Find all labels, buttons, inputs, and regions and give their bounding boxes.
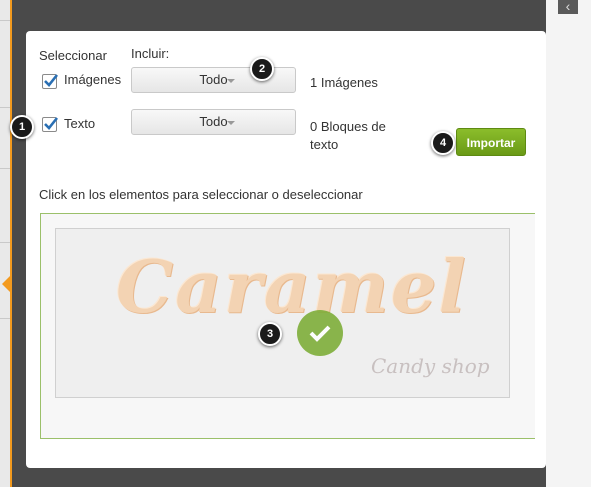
- sidebar-pointer-icon: [2, 276, 10, 292]
- preview-area: Caramel Candy shop: [40, 213, 535, 439]
- divider: [0, 242, 10, 243]
- text-include-value: Todo: [199, 114, 228, 129]
- selected-indicator[interactable]: [297, 310, 343, 356]
- instruction-text: Click en los elementos para seleccionar …: [39, 187, 363, 202]
- checkmark-icon: [44, 117, 59, 130]
- images-include-value: Todo: [199, 72, 228, 87]
- images-label: Imágenes: [64, 72, 122, 87]
- text-count-line1: 0 Bloques de: [310, 119, 386, 134]
- images-count: 1 Imágenes: [310, 75, 378, 90]
- logo-tagline: Candy shop: [371, 354, 490, 378]
- sidebar-panel: [0, 0, 10, 487]
- chevron-left-icon[interactable]: ‹: [558, 0, 578, 14]
- accent-rule: [10, 0, 12, 487]
- top-bar: [12, 0, 546, 30]
- divider: [0, 318, 10, 319]
- images-checkbox[interactable]: [42, 74, 59, 89]
- caret-down-icon: [227, 121, 235, 125]
- callout-badge: 1: [10, 115, 34, 139]
- select-header: Seleccionar: [39, 48, 107, 63]
- text-checkbox[interactable]: [42, 117, 59, 132]
- text-include-select[interactable]: Todo: [131, 109, 296, 135]
- checkmark-icon: [44, 74, 59, 87]
- divider: [0, 20, 10, 21]
- left-sidebar-strip: [0, 0, 12, 487]
- logo-text: Caramel: [116, 244, 468, 329]
- callout-badge: 2: [250, 57, 274, 81]
- divider: [0, 168, 10, 169]
- divider: [0, 107, 10, 108]
- text-count-line2: texto: [310, 137, 339, 152]
- checkmark-icon: [309, 325, 331, 342]
- import-button[interactable]: Importar: [456, 128, 526, 156]
- right-background: [546, 0, 591, 487]
- callout-badge: 3: [258, 322, 282, 346]
- include-header: Incluir:: [131, 46, 170, 61]
- text-label: Texto: [64, 116, 96, 131]
- selectable-image[interactable]: Caramel Candy shop: [55, 228, 510, 398]
- callout-badge: 4: [431, 131, 455, 155]
- caret-down-icon: [227, 79, 235, 83]
